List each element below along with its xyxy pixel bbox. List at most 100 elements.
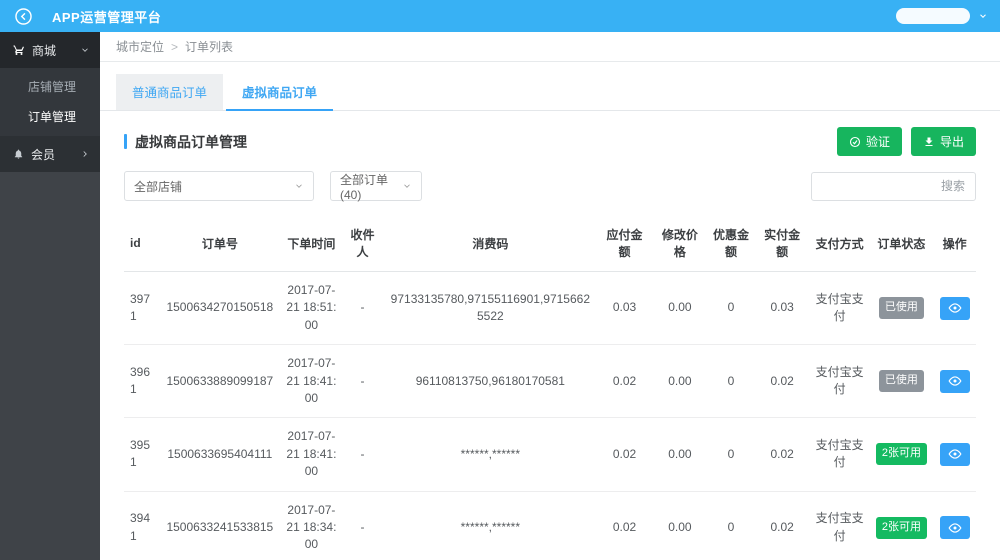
bell-icon — [13, 148, 24, 160]
order-id-cell: 3971 — [124, 271, 159, 346]
breadcrumb-item: 订单列表 — [185, 40, 234, 54]
breadcrumb: 城市定位 > 订单列表 — [100, 32, 1000, 62]
paid-cell: 0.03 — [754, 271, 810, 346]
sidebar-item-member[interactable]: 会员 — [0, 136, 100, 172]
actions-cell — [933, 344, 976, 419]
user-avatar[interactable] — [896, 8, 970, 24]
shop-filter-select[interactable]: 全部店铺 — [124, 171, 314, 201]
check-circle-icon — [849, 136, 861, 148]
eye-icon — [948, 302, 962, 314]
paid-cell: 0.02 — [754, 417, 810, 492]
code-cell: ******,****** — [383, 491, 597, 560]
eye-icon — [948, 522, 962, 534]
chevron-down-icon — [80, 45, 90, 55]
column-header-payable: 应付金额 — [596, 215, 653, 272]
export-button[interactable]: 导出 — [910, 127, 976, 156]
status-cell: 已使用 — [869, 271, 934, 346]
chevron-down-icon — [402, 181, 412, 191]
status-cell: 2张可用 — [869, 491, 934, 560]
order-no-cell: 1500633241533815 — [158, 491, 282, 560]
status-badge: 2张可用 — [875, 516, 927, 539]
actions-cell — [933, 491, 976, 560]
sidebar-item-mall-label: 商城 — [32, 43, 57, 58]
sidebar-item-mall[interactable]: 商城 — [0, 32, 100, 68]
actions-cell — [933, 417, 976, 492]
arrow-left-circle-icon — [14, 7, 33, 26]
paid-cell: 0.02 — [754, 344, 810, 419]
view-order-button[interactable] — [939, 442, 970, 466]
shopping-cart-icon — [13, 44, 25, 56]
column-header-order-no: 订单号 — [158, 215, 282, 272]
tab-normal-orders[interactable]: 普通商品订单 — [116, 74, 224, 110]
column-header-pay-method: 支付方式 — [809, 215, 870, 272]
verify-button[interactable]: 验证 — [836, 127, 902, 156]
discount-cell: 0 — [707, 344, 755, 419]
order-time-cell: 2017-07-21 18:51:00 — [281, 271, 342, 346]
tab-virtual-orders[interactable]: 虚拟商品订单 — [226, 74, 334, 111]
eye-icon — [948, 448, 962, 460]
discount-cell: 0 — [707, 491, 755, 560]
table-header-row: id 订单号 下单时间 收件人 消费码 应付金额 修改价格 优惠金额 实付金额 … — [124, 215, 976, 272]
table-row: 3971 1500634270150518 2017-07-21 18:51:0… — [124, 271, 976, 346]
paid-cell: 0.02 — [754, 491, 810, 560]
order-id-cell: 3951 — [124, 417, 159, 492]
status-badge: 已使用 — [878, 297, 924, 320]
eye-icon — [948, 375, 962, 387]
order-no-cell: 1500633889099187 — [158, 344, 282, 419]
order-id-cell: 3941 — [124, 491, 159, 560]
order-time-cell: 2017-07-21 18:41:00 — [281, 344, 342, 419]
order-tabs: 普通商品订单 虚拟商品订单 — [100, 62, 1000, 111]
code-cell: ******,****** — [383, 417, 597, 492]
order-time-cell: 2017-07-21 18:34:00 — [281, 491, 342, 560]
pay-method-cell: 支付宝支付 — [809, 344, 870, 419]
order-no-cell: 1500633695404111 — [158, 417, 282, 492]
status-badge: 已使用 — [878, 370, 924, 393]
orders-table: id 订单号 下单时间 收件人 消费码 应付金额 修改价格 优惠金额 实付金额 … — [124, 215, 976, 560]
modified-price-cell: 0.00 — [652, 417, 708, 492]
accent-bar — [124, 134, 127, 149]
topbar: APP运营管理平台 — [0, 0, 1000, 32]
code-cell: 97133135780,97155116901,97156625522 — [383, 271, 597, 346]
table-row: 3961 1500633889099187 2017-07-21 18:41:0… — [124, 344, 976, 419]
view-order-button[interactable] — [939, 296, 970, 320]
order-time-cell: 2017-07-21 18:41:00 — [281, 417, 342, 492]
mall-submenu: 店铺管理 订单管理 — [0, 68, 100, 136]
order-filter-select[interactable]: 全部订单(40) — [330, 171, 422, 202]
view-order-button[interactable] — [939, 369, 970, 393]
modified-price-cell: 0.00 — [652, 271, 708, 346]
modified-price-cell: 0.00 — [652, 344, 708, 419]
app-title: APP运营管理平台 — [52, 9, 162, 25]
column-header-code: 消费码 — [383, 215, 597, 272]
view-order-button[interactable] — [939, 516, 970, 540]
pay-method-cell: 支付宝支付 — [809, 491, 870, 560]
code-cell: 96110813750,96180170581 — [383, 344, 597, 419]
breadcrumb-item[interactable]: 城市定位 — [116, 38, 164, 55]
breadcrumb-separator: > — [171, 39, 179, 54]
column-header-recipient: 收件人 — [341, 215, 384, 272]
sidebar-collapse-button[interactable] — [12, 5, 34, 27]
sidebar-item-order-management[interactable]: 订单管理 — [0, 102, 100, 132]
pay-method-cell: 支付宝支付 — [809, 271, 870, 346]
actions-cell — [933, 271, 976, 346]
status-badge: 2张可用 — [875, 443, 927, 466]
chevron-right-icon — [80, 149, 90, 159]
chevron-down-icon — [294, 181, 304, 191]
modified-price-cell: 0.00 — [652, 491, 708, 560]
discount-cell: 0 — [707, 417, 755, 492]
status-cell: 已使用 — [869, 344, 934, 419]
sidebar-item-shop-management[interactable]: 店铺管理 — [0, 72, 100, 102]
column-header-actions: 操作 — [933, 215, 976, 272]
status-cell: 2张可用 — [869, 417, 934, 492]
payable-cell: 0.03 — [596, 271, 653, 346]
recipient-cell: - — [341, 271, 384, 346]
column-header-time: 下单时间 — [281, 215, 342, 272]
discount-cell: 0 — [707, 271, 755, 346]
order-table-body: 3971 1500634270150518 2017-07-21 18:51:0… — [124, 271, 976, 560]
column-header-modified-price: 修改价格 — [652, 215, 708, 272]
recipient-cell: - — [341, 417, 384, 492]
page-title: 虚拟商品订单管理 — [124, 132, 247, 152]
user-menu-caret-icon[interactable] — [978, 11, 988, 21]
payable-cell: 0.02 — [596, 491, 653, 560]
search-input[interactable] — [811, 171, 976, 201]
column-header-discount: 优惠金额 — [707, 215, 755, 272]
